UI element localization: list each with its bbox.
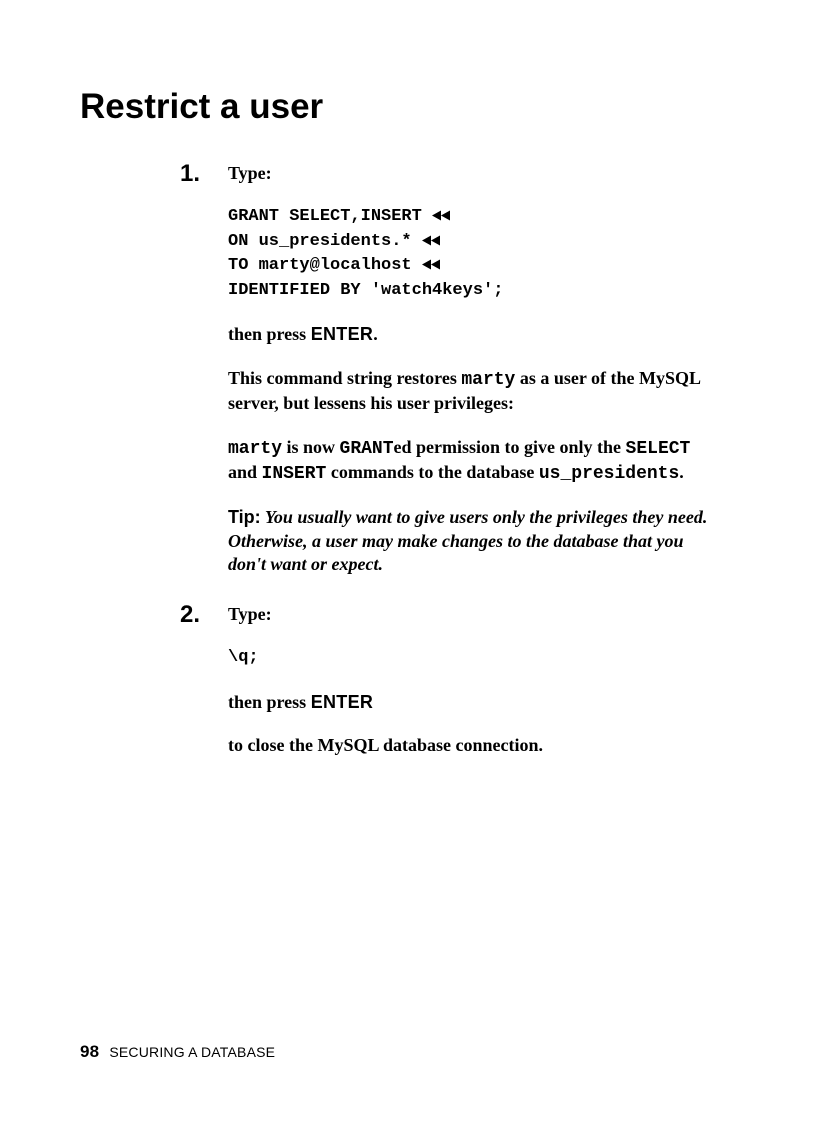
step-1-type-label: Type: <box>228 162 708 185</box>
page: Restrict a user 1. Type: GRANT SELECT,IN… <box>0 0 816 757</box>
step-1-explanation-a: This command string restores marty as a … <box>228 367 708 416</box>
enter-key: ENTER <box>311 692 374 712</box>
step-2-close-text: to close the MySQL database connection. <box>228 734 708 757</box>
step-2-type-label: Type: <box>228 603 708 626</box>
step-2-press-enter: then press ENTER <box>228 691 708 714</box>
step-1-number: 1. <box>180 158 200 189</box>
code-inline: INSERT <box>262 464 327 484</box>
continuation-icon <box>422 235 444 246</box>
code-line: IDENTIFIED BY 'watch4keys'; <box>228 281 503 300</box>
step-2: 2. Type: \q; then press ENTER to close t… <box>180 603 708 758</box>
continuation-icon <box>432 210 454 221</box>
code-inline: SELECT <box>626 439 691 459</box>
code-line: \q; <box>228 648 259 667</box>
page-footer: 98 SECURING A DATABASE <box>80 1041 275 1063</box>
step-2-number: 2. <box>180 599 200 630</box>
step-1: 1. Type: GRANT SELECT,INSERT ON us_presi… <box>180 162 708 577</box>
page-number: 98 <box>80 1042 99 1061</box>
enter-key: ENTER <box>311 324 374 344</box>
step-1-press-enter: then press ENTER. <box>228 323 708 346</box>
step-1-explanation-b: marty is now GRANTed permission to give … <box>228 436 708 487</box>
continuation-icon <box>422 259 444 270</box>
step-1-tip: Tip: You usually want to give users only… <box>228 506 708 576</box>
footer-title: SECURING A DATABASE <box>109 1044 275 1060</box>
tip-label: Tip: <box>228 507 261 527</box>
steps-list: 1. Type: GRANT SELECT,INSERT ON us_presi… <box>80 162 736 758</box>
page-title: Restrict a user <box>80 84 736 130</box>
code-line: TO marty@localhost <box>228 256 422 275</box>
code-line: GRANT SELECT,INSERT <box>228 207 432 226</box>
tip-body: You usually want to give users only the … <box>228 507 707 574</box>
code-inline: marty <box>228 439 282 459</box>
step-1-code-block: GRANT SELECT,INSERT ON us_presidents.* T… <box>228 205 708 304</box>
step-2-code-block: \q; <box>228 646 708 671</box>
code-inline: marty <box>461 370 515 390</box>
code-inline: us_presidents <box>539 464 679 484</box>
code-inline: GRANT <box>340 439 394 459</box>
code-line: ON us_presidents.* <box>228 232 422 251</box>
